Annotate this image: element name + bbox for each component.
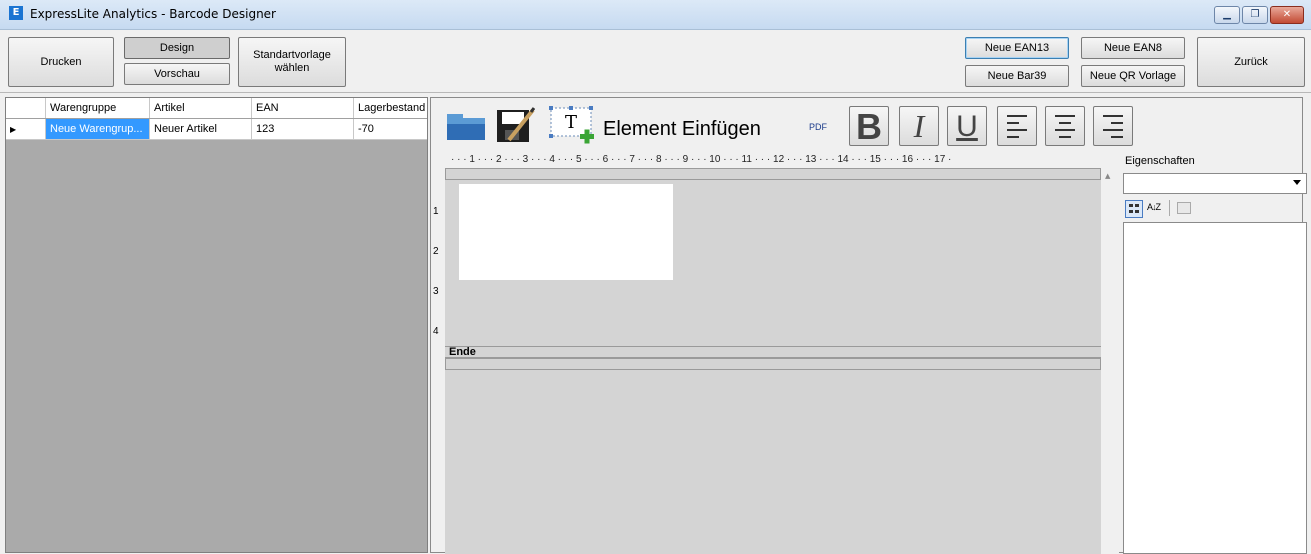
- scroll-up-icon[interactable]: ▲: [1105, 172, 1110, 180]
- pdf-export-button[interactable]: PDF: [809, 122, 827, 132]
- title-bar: E ExpressLite Analytics - Barcode Design…: [0, 0, 1311, 30]
- minimize-button[interactable]: ▁: [1214, 6, 1240, 24]
- align-left-button[interactable]: [997, 106, 1037, 146]
- toolbar-divider: [1169, 200, 1170, 216]
- categorized-view-icon[interactable]: [1125, 200, 1143, 218]
- barcode-designer: T Element Einfügen PDF B I U · · · 1 · ·…: [430, 97, 1307, 554]
- properties-title: Eigenschaften: [1125, 155, 1195, 167]
- main-toolbar: Drucken Design Vorschau Standartvorlage …: [0, 30, 1311, 93]
- italic-button[interactable]: I: [899, 106, 939, 146]
- properties-grid[interactable]: [1123, 222, 1307, 554]
- property-pages-icon[interactable]: [1177, 202, 1191, 214]
- underline-button[interactable]: U: [947, 106, 987, 146]
- template-label-line1: Standartvorlage: [253, 49, 331, 61]
- table-row[interactable]: ▶ Neue Warengrup... Neuer Artikel 123 -7…: [6, 119, 427, 140]
- designer-toolbar: T Element Einfügen PDF B I U: [431, 98, 1133, 153]
- maximize-button[interactable]: ❐: [1242, 6, 1268, 24]
- grid-icon: [1129, 204, 1139, 213]
- alphabetical-sort-button[interactable]: A↓Z: [1147, 202, 1161, 212]
- end-band[interactable]: Ende: [445, 346, 1101, 358]
- align-center-icon: [1055, 115, 1075, 138]
- vruler-1: 1: [433, 206, 439, 217]
- align-center-button[interactable]: [1045, 106, 1085, 146]
- row-indicator-icon[interactable]: ▶: [6, 119, 46, 139]
- new-qr-template-button[interactable]: Neue QR Vorlage: [1081, 65, 1185, 87]
- cell-artikel[interactable]: Neuer Artikel: [150, 119, 252, 139]
- open-icon[interactable]: [445, 110, 487, 142]
- insert-text-icon[interactable]: T: [547, 104, 599, 146]
- vruler-3: 3: [433, 286, 439, 297]
- close-button[interactable]: ✕: [1270, 6, 1304, 24]
- align-right-button[interactable]: [1093, 106, 1133, 146]
- align-left-icon: [1007, 115, 1027, 138]
- new-ean13-button[interactable]: Neue EAN13: [965, 37, 1069, 59]
- new-ean8-button[interactable]: Neue EAN8: [1081, 37, 1185, 59]
- horizontal-ruler: · · · 1 · · · 2 · · · 3 · · · 4 · · · 5 …: [451, 154, 952, 165]
- column-header-artikel[interactable]: Artikel: [150, 98, 252, 118]
- new-bar39-button[interactable]: Neue Bar39: [965, 65, 1069, 87]
- template-label-line2: wählen: [274, 62, 310, 74]
- column-header-warengruppe[interactable]: Warengruppe: [46, 98, 150, 118]
- bold-button[interactable]: B: [849, 106, 889, 146]
- app-icon: E: [9, 6, 23, 20]
- preview-button[interactable]: Vorschau: [124, 63, 230, 85]
- design-button[interactable]: Design: [124, 37, 230, 59]
- back-button[interactable]: Zurück: [1197, 37, 1305, 87]
- cell-ean[interactable]: 123: [252, 119, 354, 139]
- label-area[interactable]: [459, 184, 673, 280]
- header-band[interactable]: [445, 168, 1101, 180]
- align-right-icon: [1103, 115, 1123, 138]
- vertical-ruler: 1 2 3 4: [431, 182, 445, 352]
- vruler-4: 4: [433, 326, 439, 337]
- window-title: ExpressLite Analytics - Barcode Designer: [30, 7, 276, 21]
- chevron-down-icon: [1293, 180, 1301, 185]
- print-button[interactable]: Drucken: [8, 37, 114, 87]
- vertical-scrollbar[interactable]: ▲: [1101, 168, 1119, 554]
- article-grid[interactable]: Warengruppe Artikel EAN Lagerbestand ▶ N…: [5, 97, 428, 553]
- column-header-lagerbestand[interactable]: Lagerbestand: [354, 98, 427, 118]
- save-icon[interactable]: [495, 106, 535, 144]
- end-band-body[interactable]: [445, 358, 1101, 370]
- cell-lagerbestand[interactable]: -70: [354, 119, 427, 139]
- vruler-2: 2: [433, 246, 439, 257]
- template-select-button[interactable]: Standartvorlage wählen: [238, 37, 346, 87]
- cell-warengruppe[interactable]: Neue Warengrup...: [46, 119, 150, 139]
- column-header-ean[interactable]: EAN: [252, 98, 354, 118]
- grid-header: Warengruppe Artikel EAN Lagerbestand: [6, 98, 427, 119]
- insert-element-label[interactable]: Element Einfügen: [603, 118, 761, 141]
- row-header-corner: [6, 98, 46, 118]
- svg-text:T: T: [565, 112, 577, 133]
- properties-object-select[interactable]: [1123, 173, 1307, 194]
